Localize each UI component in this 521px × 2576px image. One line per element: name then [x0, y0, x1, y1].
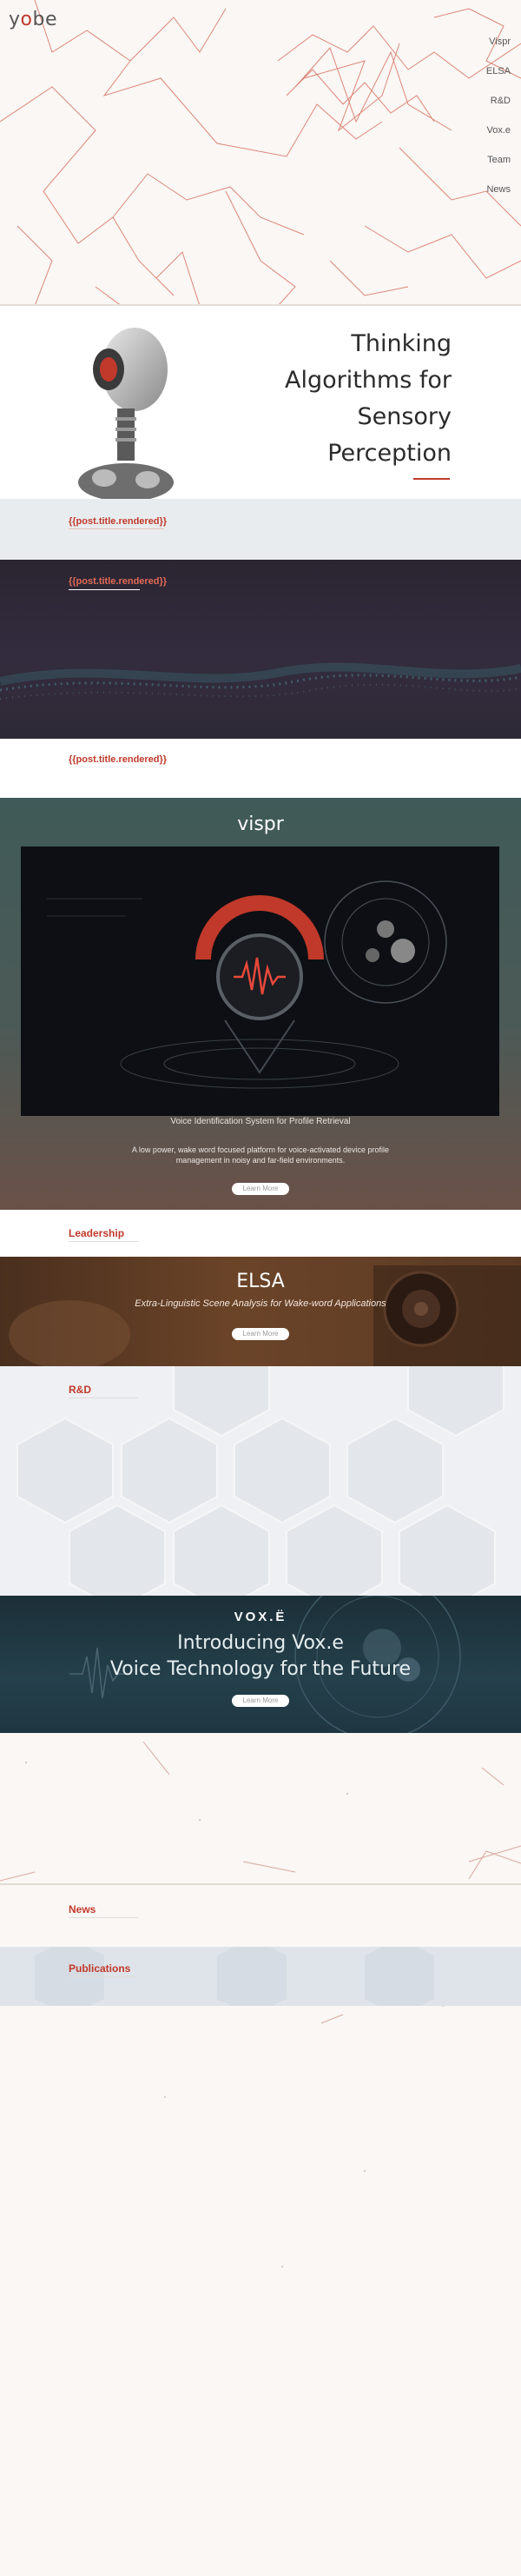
vispr-visual	[21, 846, 499, 1116]
heading-underline	[69, 1241, 138, 1242]
logo-text: y	[9, 9, 21, 30]
nav-item-elsa[interactable]: ELSA	[486, 66, 511, 76]
site-logo[interactable]: yobe	[9, 9, 57, 30]
voxe-learn-more-button[interactable]: Learn More	[232, 1695, 289, 1707]
post-band-gray	[0, 499, 521, 560]
logo-accent-letter: o	[20, 9, 33, 30]
nav-item-news[interactable]: News	[486, 184, 511, 195]
nav-item-vispr[interactable]: Vispr	[489, 37, 511, 47]
post-band-white	[0, 739, 521, 798]
vispr-subtitle: Voice Identification System for Profile …	[170, 1117, 351, 1126]
news-heading: News	[69, 1903, 96, 1915]
intro-section: Thinking Algorithms for Sensory Percepti…	[0, 306, 521, 499]
vispr-logo: vispr	[237, 813, 284, 835]
intro-headline: Thinking Algorithms for Sensory Percepti…	[226, 326, 452, 472]
voxe-logo: VOX.Ë	[234, 1610, 287, 1624]
headline-line: Sensory	[357, 403, 452, 430]
nav-item-team[interactable]: Team	[487, 155, 511, 165]
headline-underline	[413, 478, 450, 480]
rnd-section	[0, 1366, 521, 1596]
heading-underline	[69, 1976, 138, 1977]
post-title-underline	[69, 589, 140, 590]
vispr-description-line-2: management in noisy and far-field enviro…	[175, 1156, 346, 1165]
team-network-graphic	[0, 1741, 521, 1885]
headline-line: Algorithms for	[284, 367, 452, 394]
vispr-device-graphic	[47, 880, 447, 1089]
vispr-learn-more-button[interactable]: Learn More	[232, 1183, 289, 1195]
elsa-subtitle: Extra-Linguistic Scene Analysis for Wake…	[135, 1298, 386, 1309]
headline-line: Thinking	[351, 330, 452, 357]
logo-text: be	[32, 9, 57, 30]
rnd-heading: R&D	[69, 1384, 91, 1396]
voxe-headline-line-2: Voice Technology for the Future	[109, 1658, 412, 1680]
leadership-heading: Leadership	[69, 1227, 125, 1239]
voxe-headline-line-1: Introducing Vox.e	[177, 1632, 344, 1654]
elsa-learn-more-button[interactable]: Learn More	[232, 1328, 289, 1340]
robot-image	[78, 328, 174, 499]
post-title-2[interactable]: {{post.title.rendered}}	[69, 576, 167, 587]
network-graphic	[0, 0, 521, 306]
post-title-3[interactable]: {{post.title.rendered}}	[69, 754, 167, 765]
vispr-description-line-1: A low power, wake word focused platform …	[131, 1145, 390, 1154]
elsa-title: ELSA	[236, 1271, 285, 1292]
footer-decoration	[164, 2006, 444, 2267]
heading-underline	[69, 1917, 138, 1918]
post-title-underline	[69, 528, 164, 529]
hero-network-section: yobe Vispr ELSA R&D Vox.e Team News	[0, 0, 521, 306]
publications-heading: Publications	[69, 1962, 131, 1975]
post-title-1[interactable]: {{post.title.rendered}}	[69, 516, 167, 527]
nav-item-rnd[interactable]: R&D	[491, 96, 511, 106]
nav-item-voxe[interactable]: Vox.e	[486, 125, 511, 136]
hexagon-pattern	[16, 1366, 505, 1596]
headline-line: Perception	[327, 440, 452, 467]
